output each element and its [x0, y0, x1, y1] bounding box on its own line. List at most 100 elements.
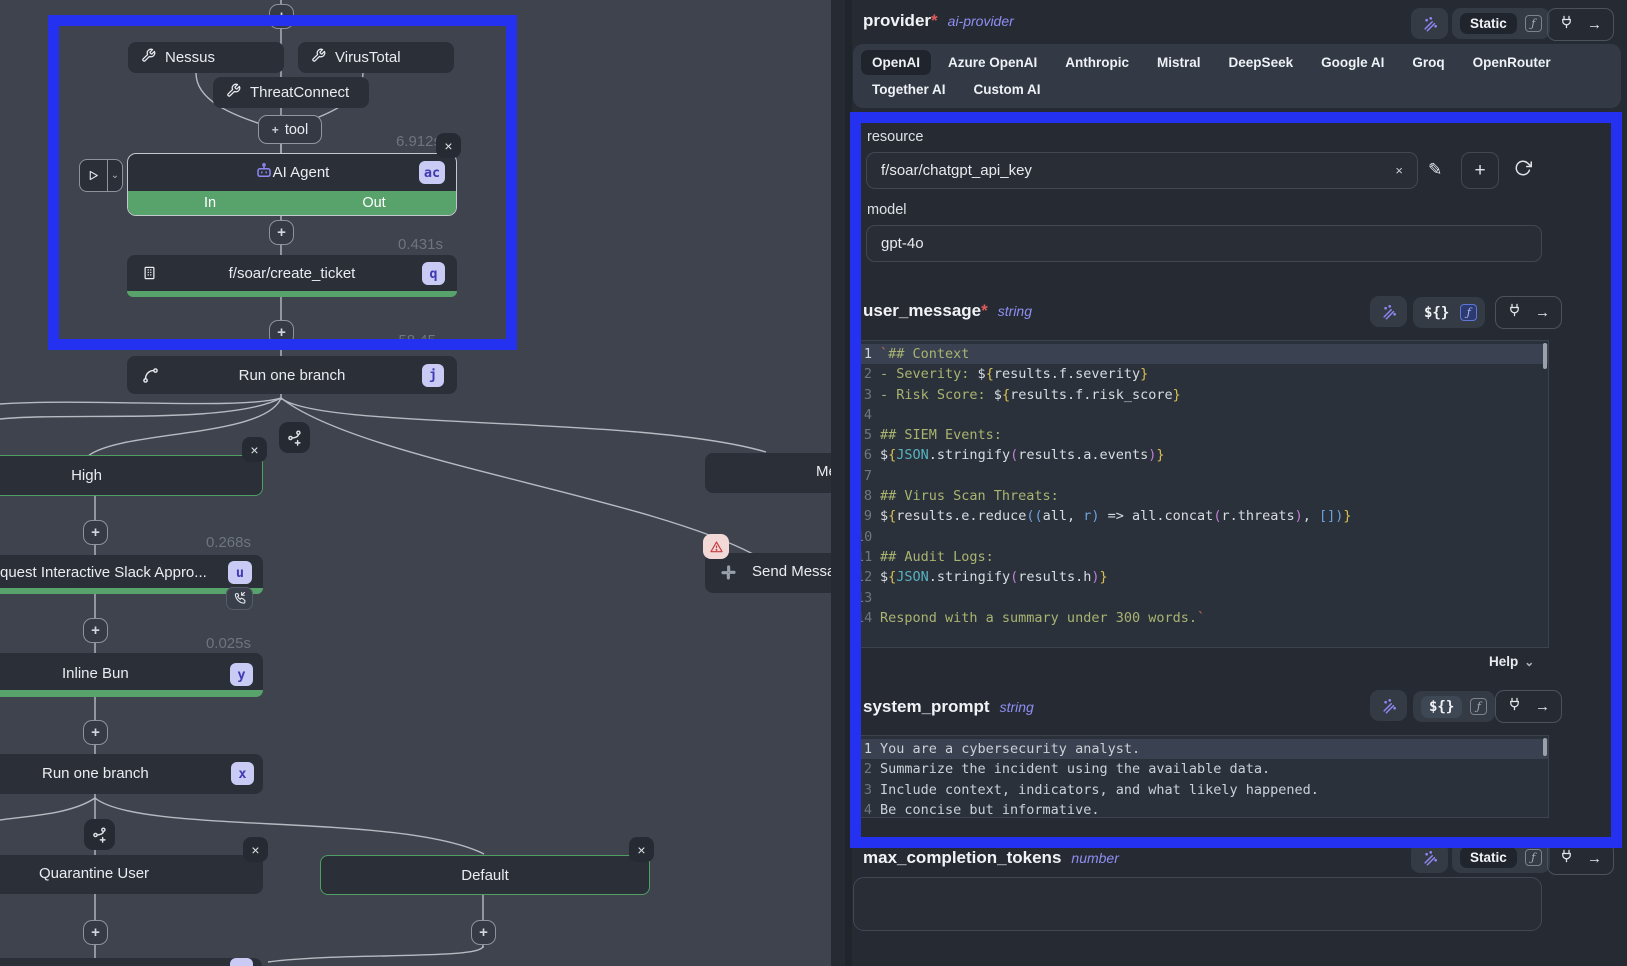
- provider-tab-mistral[interactable]: Mistral: [1146, 50, 1212, 75]
- editor-line[interactable]: 5## SIEM Events:: [856, 425, 1548, 445]
- add-step-connector[interactable]: +: [83, 520, 108, 545]
- editor-line[interactable]: 4Be concise but informative.: [856, 800, 1548, 818]
- static-mode-button[interactable]: Static: [1460, 847, 1517, 868]
- template-expression-button[interactable]: ${}: [1421, 696, 1462, 718]
- editor-line[interactable]: 2- Severity: ${results.f.severity}: [856, 364, 1548, 384]
- editor-line[interactable]: 1`## Context: [856, 344, 1548, 364]
- node-branch-medium[interactable]: Medium: [705, 453, 831, 493]
- editor-line[interactable]: 11## Audit Logs:: [856, 547, 1548, 567]
- expression-mode-icon[interactable]: ƒ: [1460, 304, 1477, 321]
- node-inline-bun[interactable]: Inline Bun y: [0, 653, 263, 697]
- add-step-connector[interactable]: +: [269, 220, 294, 245]
- editor-line[interactable]: 9${results.e.reduce((all, r) => all.conc…: [856, 506, 1548, 526]
- close-icon[interactable]: ×: [242, 437, 267, 462]
- model-input[interactable]: gpt-4o: [866, 225, 1542, 262]
- user-message-editor[interactable]: 1`## Context2- Severity: ${results.f.sev…: [855, 340, 1549, 648]
- close-icon[interactable]: ×: [629, 837, 654, 862]
- editor-line[interactable]: 6${JSON.stringify(results.a.events)}: [856, 445, 1548, 465]
- node-virustotal[interactable]: VirusTotal: [298, 42, 454, 73]
- add-step-connector[interactable]: +: [83, 618, 108, 643]
- provider-tab-deepseek[interactable]: DeepSeek: [1218, 50, 1305, 75]
- tool-connector[interactable]: + tool: [258, 115, 322, 144]
- arrow-right-icon[interactable]: →: [1535, 304, 1550, 321]
- ai-autofill-button[interactable]: [1370, 690, 1407, 721]
- arrow-right-icon[interactable]: →: [1587, 16, 1602, 33]
- close-icon[interactable]: ×: [436, 133, 461, 158]
- tool-label: tool: [285, 122, 308, 138]
- node-threatconnect[interactable]: ThreatConnect: [213, 77, 369, 108]
- add-step-connector[interactable]: +: [83, 720, 108, 745]
- provider-tab-groq[interactable]: Groq: [1401, 50, 1455, 75]
- editor-line[interactable]: 1You are a cybersecurity analyst.: [856, 739, 1548, 759]
- node-ai-agent[interactable]: AI Agent ac In Out: [127, 153, 457, 216]
- editor-line[interactable]: 14Respond with a summary under 300 words…: [856, 608, 1548, 628]
- plug-icon[interactable]: [1559, 14, 1574, 35]
- add-step-connector[interactable]: +: [83, 920, 108, 945]
- node-branch-default[interactable]: Default: [320, 855, 650, 895]
- provider-tab-google-ai[interactable]: Google AI: [1310, 50, 1395, 75]
- editor-scrollbar-thumb[interactable]: [1543, 738, 1547, 756]
- node-nessus[interactable]: Nessus: [128, 42, 284, 73]
- chevron-down-icon[interactable]: ⌄: [107, 160, 122, 191]
- run-node-button[interactable]: ⌄: [79, 159, 123, 192]
- node-send-message[interactable]: Send Message: [705, 553, 831, 593]
- editor-line[interactable]: 3- Risk Score: ${results.f.risk_score}: [856, 385, 1548, 405]
- editor-scrollbar-thumb[interactable]: [1543, 343, 1547, 369]
- provider-tab-together-ai[interactable]: Together AI: [861, 77, 957, 102]
- editor-line[interactable]: 2Summarize the incident using the availa…: [856, 759, 1548, 779]
- expression-mode-icon[interactable]: ƒ: [1470, 698, 1487, 715]
- plus-icon: +: [272, 123, 279, 137]
- plug-icon[interactable]: [1559, 848, 1574, 869]
- provider-tab-anthropic[interactable]: Anthropic: [1054, 50, 1140, 75]
- editor-line[interactable]: 4: [856, 405, 1548, 425]
- node-slack-approval[interactable]: quest Interactive Slack Appro... u: [0, 555, 263, 594]
- close-icon[interactable]: ×: [243, 837, 268, 862]
- plug-icon[interactable]: [1507, 302, 1522, 323]
- editor-line[interactable]: 8## Virus Scan Threats:: [856, 486, 1548, 506]
- node-create-ticket[interactable]: f/soar/create_ticket q: [127, 255, 457, 297]
- node-run-one-branch-1[interactable]: Run one branch j: [127, 356, 457, 394]
- clear-icon[interactable]: ×: [1387, 163, 1403, 178]
- expression-mode-icon[interactable]: ƒ: [1525, 849, 1542, 866]
- editor-line[interactable]: 12${JSON.stringify(results.h)}: [856, 567, 1548, 587]
- provider-tab-openai[interactable]: OpenAI: [861, 50, 931, 75]
- template-expression-button[interactable]: ${}: [1421, 305, 1452, 321]
- refresh-resource-button[interactable]: [1514, 159, 1532, 177]
- provider-tab-openrouter[interactable]: OpenRouter: [1462, 50, 1562, 75]
- resource-input[interactable]: f/soar/chatgpt_api_key ×: [866, 152, 1418, 189]
- ai-autofill-button[interactable]: [1411, 8, 1448, 39]
- editor-line[interactable]: 3Include context, indicators, and what l…: [856, 780, 1548, 800]
- static-mode-button[interactable]: Static: [1460, 13, 1517, 34]
- arrow-right-icon[interactable]: →: [1535, 698, 1550, 715]
- edit-resource-button[interactable]: ✎: [1428, 160, 1442, 180]
- ai-autofill-button[interactable]: [1411, 842, 1448, 873]
- editor-line[interactable]: 10: [856, 527, 1548, 547]
- node-bottom-clipped[interactable]: [0, 958, 262, 966]
- expression-mode-icon[interactable]: ƒ: [1525, 15, 1542, 32]
- max-tokens-input[interactable]: [853, 877, 1542, 931]
- plug-icon[interactable]: [1507, 696, 1522, 717]
- panel-scrollbar[interactable]: [845, 0, 852, 966]
- workflow-canvas[interactable]: + Nessus VirusTotal ThreatConnect + tool…: [0, 0, 831, 966]
- add-resource-button[interactable]: +: [1461, 152, 1499, 189]
- io-in-label[interactable]: In: [128, 195, 292, 211]
- provider-tab-custom-ai[interactable]: Custom AI: [963, 77, 1052, 102]
- provider-tab-azure-openai[interactable]: Azure OpenAI: [937, 50, 1048, 75]
- node-run-one-branch-2[interactable]: Run one branch x: [0, 754, 263, 794]
- ai-autofill-button[interactable]: [1370, 296, 1407, 327]
- add-step-connector[interactable]: +: [269, 320, 294, 345]
- editor-line[interactable]: 7: [856, 466, 1548, 486]
- add-step-connector[interactable]: +: [471, 920, 496, 945]
- help-dropdown[interactable]: Help ⌄: [1489, 654, 1534, 669]
- add-branch-button[interactable]: [279, 422, 310, 453]
- add-branch-button[interactable]: [84, 819, 115, 850]
- editor-line[interactable]: 13: [856, 588, 1548, 608]
- field-max-tokens-title: max_completion_tokensnumber: [863, 848, 1119, 868]
- io-out-label[interactable]: Out: [292, 195, 456, 211]
- node-branch-high[interactable]: High: [0, 455, 263, 496]
- node-quarantine-user[interactable]: Quarantine User: [0, 855, 263, 894]
- timing-inline-bun: 0.025s: [171, 635, 251, 652]
- system-prompt-editor[interactable]: 1You are a cybersecurity analyst.2Summar…: [855, 735, 1549, 818]
- arrow-right-icon[interactable]: →: [1587, 850, 1602, 867]
- add-step-connector[interactable]: +: [269, 4, 294, 29]
